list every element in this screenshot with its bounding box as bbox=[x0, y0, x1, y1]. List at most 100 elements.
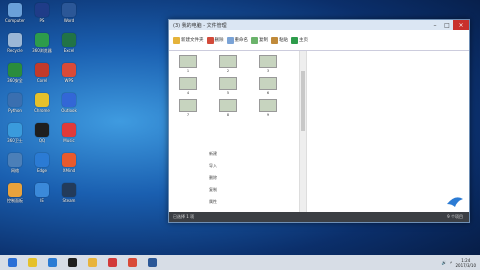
desktop-icon[interactable]: Excel bbox=[56, 33, 82, 61]
desktop-icon-label: Steam bbox=[62, 198, 76, 203]
clock-date: 2017/3/10 bbox=[455, 262, 476, 268]
desktop-icon[interactable]: PS bbox=[29, 3, 55, 31]
minimize-button[interactable]: – bbox=[429, 20, 441, 30]
app-icon bbox=[35, 183, 49, 197]
file-thumbnail[interactable]: 8 bbox=[215, 99, 241, 117]
close-button[interactable]: × bbox=[453, 20, 469, 30]
desktop-icon-label: Outlook bbox=[61, 108, 77, 113]
thumbnail-caption: 8 bbox=[226, 113, 230, 117]
file-thumbnail[interactable]: 1 bbox=[175, 55, 201, 73]
volume-icon[interactable]: 🔊 bbox=[442, 260, 447, 265]
toolbar-icon bbox=[226, 36, 234, 44]
file-thumbnail[interactable]: 6 bbox=[255, 77, 281, 95]
toolbar-button[interactable]: 新建文件夹 bbox=[173, 36, 204, 44]
toolbar-icon bbox=[291, 36, 298, 44]
desktop-icon[interactable]: WPS bbox=[56, 63, 82, 91]
toolbar-button[interactable]: 主页 bbox=[291, 36, 308, 44]
toolbar-button[interactable]: 粘贴 bbox=[271, 36, 288, 44]
start-taskbar-button[interactable] bbox=[4, 256, 20, 269]
bird-logo-icon bbox=[446, 193, 464, 211]
toolbar-icon bbox=[251, 36, 258, 44]
toolbar-button[interactable]: 复制 bbox=[251, 36, 268, 44]
thumbnail-image bbox=[219, 99, 237, 112]
desktop-icon[interactable]: Chrome bbox=[29, 93, 55, 121]
desktop-icon-label: Computer bbox=[5, 18, 25, 23]
thumbnail-caption: 4 bbox=[186, 91, 190, 95]
qq-taskbar-button[interactable] bbox=[64, 256, 80, 269]
context-menu-item[interactable]: 导入 bbox=[209, 163, 217, 169]
app-icon bbox=[62, 153, 76, 167]
app-icon bbox=[62, 123, 76, 137]
desktop-icon[interactable]: Corel bbox=[29, 63, 55, 91]
context-menu-item[interactable]: 新建 bbox=[209, 151, 217, 157]
desktop-icon[interactable]: Word bbox=[56, 3, 82, 31]
toolbar-label: 复制 bbox=[259, 38, 268, 43]
chrome-taskbar-button[interactable] bbox=[24, 256, 40, 269]
clock[interactable]: 1:24 2017/3/10 bbox=[455, 258, 476, 268]
app-icon bbox=[8, 123, 22, 137]
app-icon bbox=[35, 33, 49, 47]
thumbnail-pane: 1 2 3 4 5 6 7 8 9 新建导入删除复制属性 bbox=[169, 51, 300, 212]
desktop-icon[interactable]: 网络 bbox=[2, 153, 28, 181]
maximize-button[interactable]: □ bbox=[441, 20, 453, 30]
desktop-icon[interactable]: Music bbox=[56, 123, 82, 151]
toolbar-label: 删除 bbox=[214, 38, 224, 43]
desktop-icon[interactable]: XMind bbox=[56, 153, 82, 181]
context-menu-item[interactable]: 属性 bbox=[209, 199, 217, 205]
title-bar[interactable]: (3) 我的电脑 - 文件管理 – □ × bbox=[169, 20, 469, 30]
context-menu-item[interactable]: 复制 bbox=[209, 187, 217, 193]
thumbnail-caption: 1 bbox=[186, 69, 190, 73]
edge-taskbar-button[interactable] bbox=[44, 256, 60, 269]
desktop-icon-label: WPS bbox=[64, 78, 74, 83]
toolbar-button[interactable]: 重命名 bbox=[226, 36, 249, 44]
system-tray: 🔊 ⚡ 1:24 2017/3/10 bbox=[442, 255, 476, 270]
file-explorer-window[interactable]: (3) 我的电脑 - 文件管理 – □ × 新建文件夹 删除 重命名 复制 粘贴 主页 1… bbox=[168, 19, 470, 223]
desktop-icon[interactable]: Edge bbox=[29, 153, 55, 181]
thumbnail-image bbox=[259, 55, 277, 68]
context-menu-item[interactable]: 删除 bbox=[209, 175, 217, 181]
qq-icon bbox=[67, 258, 77, 267]
desktop-icon[interactable]: Computer bbox=[2, 3, 28, 31]
file-thumbnail[interactable]: 4 bbox=[175, 77, 201, 95]
thumbnail-image bbox=[219, 77, 237, 90]
desktop-icon[interactable]: Steam bbox=[56, 183, 82, 211]
file-thumbnail[interactable]: 9 bbox=[255, 99, 281, 117]
desktop-icon-label: 360卫士 bbox=[7, 138, 23, 143]
explorer-taskbar-button[interactable] bbox=[84, 256, 100, 269]
toolbar-label: 新建文件夹 bbox=[181, 38, 204, 43]
vertical-scrollbar[interactable] bbox=[300, 51, 307, 212]
desktop-icon[interactable]: 360浏览器 bbox=[29, 33, 55, 61]
status-left: 已选择 1 项 bbox=[173, 214, 195, 219]
file-thumbnail[interactable]: 7 bbox=[175, 99, 201, 117]
toolbar-icon bbox=[271, 36, 278, 44]
desktop-icon[interactable]: 360卫士 bbox=[2, 123, 28, 151]
file-thumbnail[interactable]: 3 bbox=[255, 55, 281, 73]
status-bar: 已选择 1 项 9 个项目 bbox=[169, 212, 469, 222]
desktop-icon[interactable]: 360安全 bbox=[2, 63, 28, 91]
toolbar-button[interactable]: 删除 bbox=[206, 36, 224, 44]
desktop-icon[interactable]: Outlook bbox=[56, 93, 82, 121]
desktop-icon-label: Music bbox=[63, 138, 75, 143]
app-icon bbox=[35, 63, 49, 77]
desktop-icon[interactable]: Recycle bbox=[2, 33, 28, 61]
status-right: 9 个项目 bbox=[447, 214, 463, 219]
file-thumbnail[interactable]: 5 bbox=[215, 77, 241, 95]
thumbnail-caption: 3 bbox=[266, 69, 270, 73]
desktop-icon[interactable]: Python bbox=[2, 93, 28, 121]
desktop-icon[interactable]: 控制面板 bbox=[2, 183, 28, 211]
desktop-icon[interactable]: QQ bbox=[29, 123, 55, 151]
wps-taskbar-button[interactable] bbox=[124, 256, 140, 269]
app-icon bbox=[62, 183, 76, 197]
desktop-icon-label: Excel bbox=[63, 48, 75, 53]
thumbnail-caption: 9 bbox=[266, 113, 270, 117]
thumbnail-image bbox=[219, 55, 237, 68]
detail-pane bbox=[307, 51, 469, 212]
thumbnail-image bbox=[259, 99, 277, 112]
music-taskbar-button[interactable] bbox=[104, 256, 120, 269]
scrollbar-thumb[interactable] bbox=[301, 71, 305, 131]
toolbar-label: 重命名 bbox=[234, 38, 249, 43]
desktop-icon[interactable]: IE bbox=[29, 183, 55, 211]
file-thumbnail[interactable]: 2 bbox=[215, 55, 241, 73]
word-taskbar-button[interactable] bbox=[144, 256, 160, 269]
network-icon[interactable]: ⚡ bbox=[450, 260, 453, 265]
